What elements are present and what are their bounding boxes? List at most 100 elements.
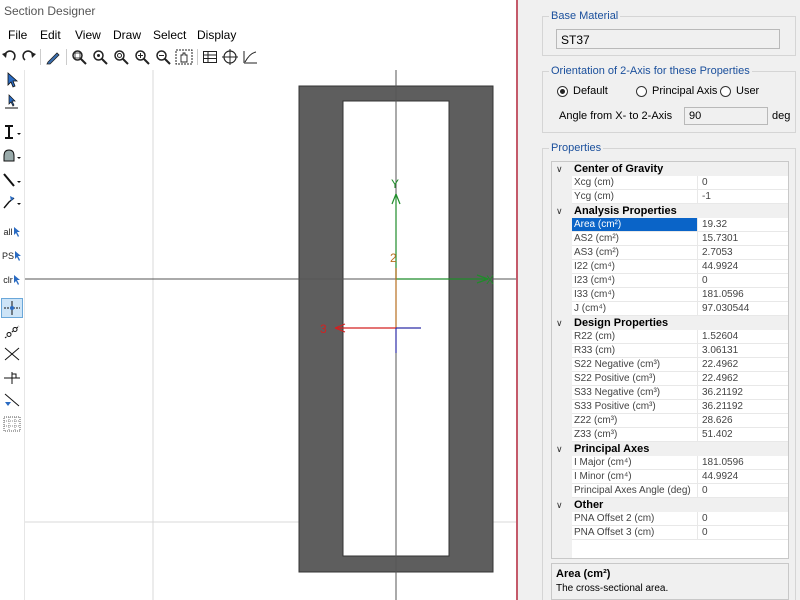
category-design-properties[interactable]: ∨ Design Properties xyxy=(552,316,788,330)
property-row[interactable]: AS3 (cm²) 2.7053 xyxy=(552,246,788,260)
property-row[interactable]: J (cm⁴) 97.030544 xyxy=(552,302,788,316)
base-material-field[interactable]: ST37 xyxy=(556,29,780,49)
snap-line-icon[interactable] xyxy=(1,322,23,342)
draw-shape-icon[interactable] xyxy=(1,146,23,166)
zoom-out-icon[interactable] xyxy=(112,48,130,66)
property-row[interactable]: I Minor (cm⁴) 44.9924 xyxy=(552,470,788,484)
radio-principal-axis-dot[interactable] xyxy=(636,85,647,97)
draw-line-icon[interactable] xyxy=(1,170,23,190)
chevron-down-icon[interactable]: ∨ xyxy=(556,162,563,176)
property-value: 181.0596 xyxy=(698,456,788,470)
angle-field[interactable]: 90 xyxy=(684,107,768,125)
property-value: 0 xyxy=(698,484,788,498)
clear-selection-icon[interactable]: clr xyxy=(1,270,23,290)
zoom-plus-icon[interactable] xyxy=(133,48,151,66)
curve-icon[interactable] xyxy=(241,48,259,66)
category-principal-axes[interactable]: ∨ Principal Axes xyxy=(552,442,788,456)
property-row[interactable]: AS2 (cm²) 15.7301 xyxy=(552,232,788,246)
pencil-icon[interactable] xyxy=(44,48,62,66)
property-row[interactable]: PNA Offset 2 (cm) 0 xyxy=(552,512,788,526)
property-row[interactable]: Z22 (cm³) 28.626 xyxy=(552,414,788,428)
property-value: 36.21192 xyxy=(698,400,788,414)
zoom-in-icon[interactable] xyxy=(91,48,109,66)
property-row[interactable]: PNA Offset 3 (cm) 0 xyxy=(552,526,788,540)
clear-selection-label: clr xyxy=(3,275,13,285)
property-row[interactable]: Z33 (cm³) 51.402 xyxy=(552,428,788,442)
table-icon[interactable] xyxy=(201,48,219,66)
draw-polyline-icon[interactable] xyxy=(1,192,23,212)
chevron-down-icon[interactable]: ∨ xyxy=(556,316,563,330)
snap-edge-icon[interactable] xyxy=(1,390,23,410)
property-label: R33 (cm) xyxy=(572,344,698,358)
property-row[interactable]: R33 (cm) 3.06131 xyxy=(552,344,788,358)
pointer-tool-icon[interactable] xyxy=(1,70,23,90)
menu-file[interactable]: File xyxy=(8,28,27,42)
property-row[interactable]: Area (cm²) 19.32 xyxy=(552,218,788,232)
property-value: 28.626 xyxy=(698,414,788,428)
snap-point-icon[interactable] xyxy=(1,298,23,318)
menu-edit[interactable]: Edit xyxy=(40,28,61,42)
category-other[interactable]: ∨ Other xyxy=(552,498,788,512)
property-row[interactable]: S22 Positive (cm³) 22.4962 xyxy=(552,372,788,386)
undo-icon[interactable] xyxy=(0,48,18,66)
menu-draw[interactable]: Draw xyxy=(113,28,141,42)
property-label: AS3 (cm²) xyxy=(572,246,698,260)
title-bar: Section Designer xyxy=(0,0,516,22)
property-row[interactable]: S33 Positive (cm³) 36.21192 xyxy=(552,400,788,414)
property-label: Z22 (cm³) xyxy=(572,414,698,428)
radio-default-dot[interactable] xyxy=(557,85,568,97)
property-value: 22.4962 xyxy=(698,372,788,386)
drawing-canvas[interactable]: X Y 2 3 xyxy=(25,70,516,600)
property-value: 0 xyxy=(698,274,788,288)
property-value: 44.9924 xyxy=(698,470,788,484)
toolbar-separator xyxy=(197,49,198,65)
property-row[interactable]: I23 (cm⁴) 0 xyxy=(552,274,788,288)
zoom-minus-icon[interactable] xyxy=(154,48,172,66)
property-grid[interactable]: ∨ Center of Gravity Xcg (cm) 0 Ycg (cm) -1 ∨ An… xyxy=(551,161,789,559)
orientation-group: Orientation of 2-Axis for these Properti… xyxy=(542,65,796,133)
draw-section-icon[interactable] xyxy=(1,122,23,142)
property-row[interactable]: I33 (cm⁴) 181.0596 xyxy=(552,288,788,302)
snap-perpendicular-icon[interactable] xyxy=(1,368,23,388)
property-row[interactable]: I22 (cm⁴) 44.9924 xyxy=(552,260,788,274)
chevron-down-icon[interactable]: ∨ xyxy=(556,204,563,218)
orientation-title: Orientation of 2-Axis for these Properti… xyxy=(549,65,752,77)
category-analysis-properties[interactable]: ∨ Analysis Properties xyxy=(552,204,788,218)
property-value: -1 xyxy=(698,190,788,204)
radio-user[interactable]: User xyxy=(720,85,759,97)
radio-default[interactable]: Default xyxy=(557,85,608,97)
pan-icon[interactable] xyxy=(175,48,193,66)
category-center-of-gravity[interactable]: ∨ Center of Gravity xyxy=(552,162,788,176)
property-row[interactable]: S33 Negative (cm³) 36.21192 xyxy=(552,386,788,400)
property-label: I Major (cm⁴) xyxy=(572,456,698,470)
property-label: PNA Offset 3 (cm) xyxy=(572,526,698,540)
property-row[interactable]: S22 Negative (cm³) 22.4962 xyxy=(552,358,788,372)
snap-grid-icon[interactable] xyxy=(1,414,23,434)
category-label: Analysis Properties xyxy=(574,205,677,217)
property-row[interactable]: R22 (cm) 1.52604 xyxy=(552,330,788,344)
properties-panel: Base Material ST37 Orientation of 2-Axis… xyxy=(518,0,800,600)
property-row[interactable]: Xcg (cm) 0 xyxy=(552,176,788,190)
property-row[interactable]: I Major (cm⁴) 181.0596 xyxy=(552,456,788,470)
crosshair-icon[interactable] xyxy=(221,48,239,66)
y-axis-label: Y xyxy=(391,177,399,191)
property-row[interactable]: Principal Axes Angle (deg) 0 xyxy=(552,484,788,498)
property-label: S22 Positive (cm³) xyxy=(572,372,698,386)
redo-icon[interactable] xyxy=(20,48,38,66)
property-row[interactable]: Ycg (cm) -1 xyxy=(552,190,788,204)
menu-view[interactable]: View xyxy=(75,28,101,42)
reshape-tool-icon[interactable] xyxy=(1,92,23,112)
property-label: Z33 (cm³) xyxy=(572,428,698,442)
chevron-down-icon[interactable]: ∨ xyxy=(556,498,563,512)
select-all-icon[interactable]: all xyxy=(1,222,23,242)
property-label: S33 Negative (cm³) xyxy=(572,386,698,400)
chevron-down-icon[interactable]: ∨ xyxy=(556,442,563,456)
menu-select[interactable]: Select xyxy=(153,28,186,42)
radio-user-dot[interactable] xyxy=(720,85,731,97)
zoom-icon[interactable] xyxy=(70,48,88,66)
snap-intersection-icon[interactable] xyxy=(1,344,23,364)
menu-display[interactable]: Display xyxy=(197,28,236,42)
radio-principal-axis[interactable]: Principal Axis xyxy=(636,85,717,97)
property-value: 3.06131 xyxy=(698,344,788,358)
select-previous-icon[interactable]: PS xyxy=(1,246,23,266)
